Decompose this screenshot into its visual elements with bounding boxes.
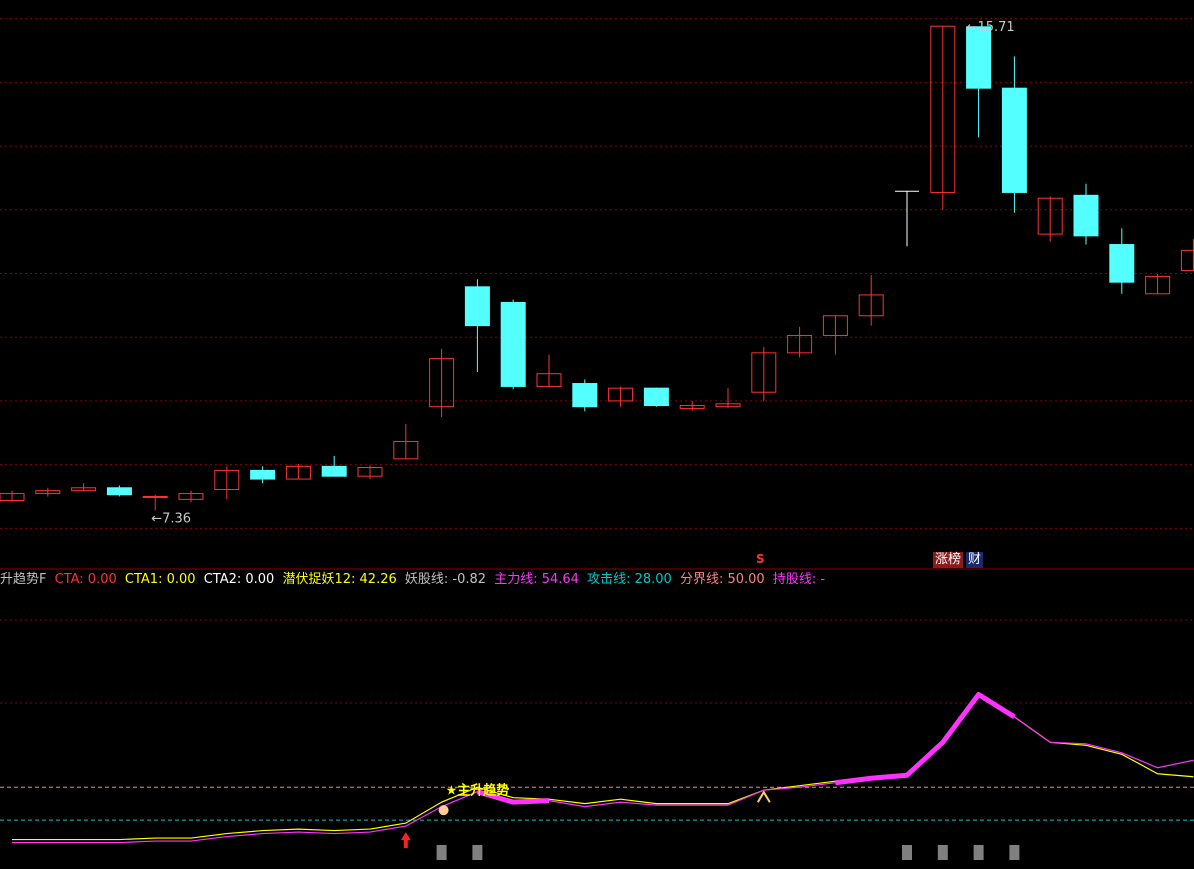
candle-body	[464, 286, 490, 327]
person-icon	[756, 790, 771, 803]
price-extreme-label: ←7.36	[151, 511, 191, 526]
candle-body	[966, 26, 992, 89]
indicator-cta: CTA: 0.00	[54, 572, 117, 587]
candle-body	[106, 487, 132, 496]
hand-icon	[438, 805, 449, 816]
price-extreme-label: ←15.71	[967, 20, 1015, 35]
candle-body	[1001, 87, 1027, 193]
indicator-chigu: 持股线: -	[772, 572, 826, 587]
indicator-name: 升趋势F	[0, 572, 47, 587]
signal-bar	[902, 845, 912, 860]
up-arrow-marker	[400, 832, 411, 849]
signal-s-marker: S	[756, 552, 765, 566]
candle-body	[1073, 194, 1099, 237]
indicator-zhuli: 主力线: 54.64	[494, 572, 579, 587]
signal-bar	[937, 845, 948, 860]
signal-label: ★主升趋势	[446, 783, 510, 799]
indicator-cta1: CTA1: 0.00	[124, 572, 196, 587]
signal-bar	[1009, 845, 1020, 860]
indicator-bar: 升趋势F CTA: 0.00 CTA1: 0.00 CTA2: 0.00 潜伏捉…	[0, 570, 829, 590]
candle-body	[142, 495, 168, 498]
indicator-yaogu: 妖股线: -0.82	[404, 572, 487, 587]
candle-body	[643, 387, 669, 407]
chart-canvas[interactable]: ←7.36 ←15.71 ★主升趋势	[0, 0, 1194, 869]
candle-body	[572, 383, 598, 408]
indicator-gongji: 攻击线: 28.00	[587, 572, 672, 587]
indicator-fenjie: 分界线: 50.00	[679, 572, 765, 587]
cai-badge[interactable]: 财	[966, 552, 984, 568]
signal-bar	[472, 845, 483, 860]
signal-bar	[436, 845, 447, 860]
indicator-qianfu: 潜伏捉妖12: 42.26	[282, 572, 397, 587]
bold-segment	[835, 691, 1016, 786]
candle-body	[250, 469, 276, 480]
candle-body	[500, 301, 526, 387]
signal-bar	[973, 845, 984, 860]
candle-body	[1109, 244, 1135, 283]
candle-body	[321, 465, 347, 477]
candle-body	[1180, 249, 1194, 272]
zhangbang-badge[interactable]: 涨榜	[933, 552, 964, 568]
indicator-cta2: CTA2: 0.00	[203, 572, 275, 587]
